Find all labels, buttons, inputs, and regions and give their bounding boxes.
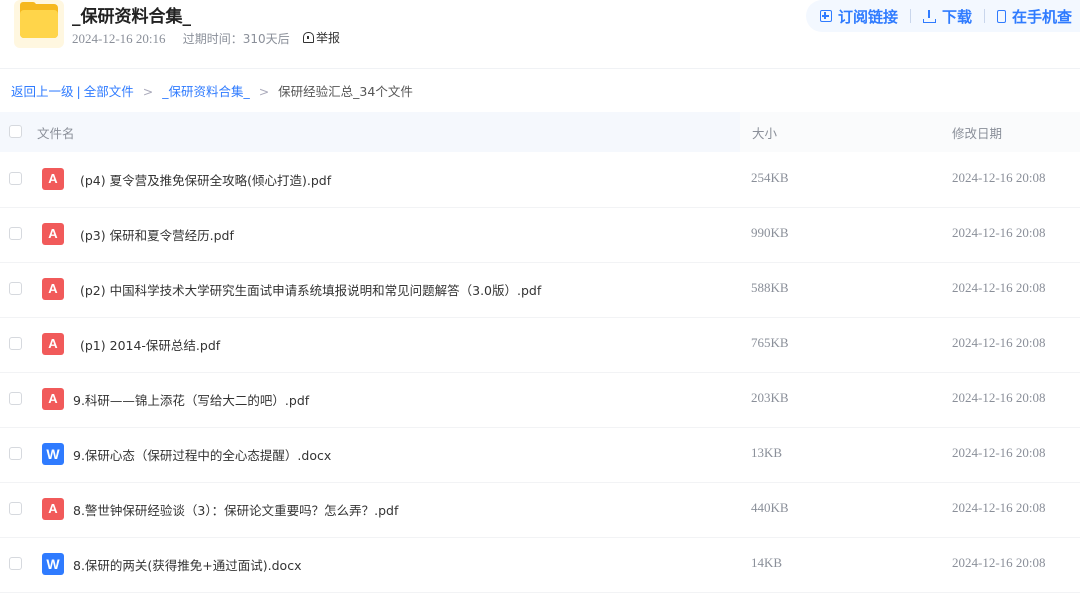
table-row[interactable]: A 8.警世钟保研经验谈（3）：保研论文重要吗？怎么弄？.pdf 440KB 2… (0, 482, 1080, 538)
action-divider (984, 9, 986, 23)
pdf-file-icon: A (42, 333, 64, 355)
pdf-file-icon: A (42, 223, 64, 245)
row-checkbox[interactable] (9, 447, 22, 460)
file-date: 2024-12-16 20:08 (952, 500, 1046, 515)
share-title: _保研资料合集_ (72, 7, 191, 27)
file-name[interactable]: 9.保研心态（保研过程中的全心态提醒）.docx (73, 445, 331, 464)
row-checkbox[interactable] (9, 557, 22, 570)
file-name[interactable]: (p1) 2014-保研总结.pdf (80, 335, 220, 354)
subscribe-label: 订阅链接 (838, 7, 899, 26)
subscribe-icon (820, 10, 832, 22)
download-button[interactable]: 下载 (923, 6, 972, 27)
table-row[interactable]: A 9.科研——锦上添花（写给大二的吧）.pdf 203KB 2024-12-1… (0, 372, 1080, 428)
breadcrumb-separator: > (142, 84, 154, 99)
breadcrumb: 返回上一级 | 全部文件 > _保研资料合集_ > 保研经验汇总_34个文件 (11, 81, 413, 100)
breadcrumb-separator: > (258, 84, 270, 99)
file-size: 13KB (751, 445, 783, 460)
breadcrumb-current: 保研经验汇总_34个文件 (278, 84, 413, 99)
column-header-name[interactable]: 文件名 (37, 123, 75, 142)
action-bar: 订阅链接 下载 在手机查 (806, 0, 1080, 32)
file-size: 765KB (751, 335, 789, 350)
file-size: 588KB (751, 280, 789, 295)
table-row[interactable]: W 9.保研心态（保研过程中的全心态提醒）.docx 13KB 2024-12-… (0, 427, 1080, 483)
pdf-file-icon: A (42, 388, 64, 410)
report-icon (302, 32, 314, 43)
phone-label: 在手机查 (1012, 7, 1073, 26)
file-name[interactable]: (p3) 保研和夏令营经历.pdf (80, 225, 234, 244)
report-label: 举报 (315, 31, 340, 45)
pdf-file-icon: A (42, 278, 64, 300)
row-checkbox[interactable] (9, 227, 22, 240)
table-row[interactable]: A (p2) 中国科学技术大学研究生面试申请系统填报说明和常见问题解答（3.0版… (0, 262, 1080, 318)
file-date: 2024-12-16 20:08 (952, 280, 1046, 295)
file-date: 2024-12-16 20:08 (952, 225, 1046, 240)
table-header: 文件名 大小 修改日期 (0, 112, 1080, 152)
table-row[interactable]: W 8.保研的两关(获得推免+通过面试).docx 14KB 2024-12-1… (0, 537, 1080, 593)
file-date: 2024-12-16 20:08 (952, 555, 1046, 570)
file-size: 14KB (751, 555, 783, 570)
action-divider (910, 9, 912, 23)
folder-icon (14, 0, 64, 48)
select-all-checkbox[interactable] (9, 125, 22, 138)
pdf-file-icon: A (42, 498, 64, 520)
report-button[interactable]: 举报 (302, 29, 340, 46)
file-name[interactable]: (p2) 中国科学技术大学研究生面试申请系统填报说明和常见问题解答（3.0版）.… (80, 280, 541, 299)
file-size: 203KB (751, 390, 789, 405)
file-size: 990KB (751, 225, 789, 240)
file-name[interactable]: 8.保研的两关(获得推免+通过面试).docx (73, 555, 301, 574)
file-date: 2024-12-16 20:08 (952, 170, 1046, 185)
table-row[interactable]: A (p3) 保研和夏令营经历.pdf 990KB 2024-12-16 20:… (0, 207, 1080, 263)
subscribe-link-button[interactable]: 订阅链接 (820, 6, 898, 27)
row-checkbox[interactable] (9, 282, 22, 295)
expire-time: 过期时间：310天后 (182, 32, 290, 46)
file-size: 254KB (751, 170, 789, 185)
name-column-header-bg (0, 112, 740, 152)
row-checkbox[interactable] (9, 172, 22, 185)
share-meta: 2024-12-16 20:16 过期时间：310天后 举报 (72, 29, 340, 47)
phone-icon (997, 9, 1007, 23)
word-file-icon: W (42, 443, 64, 465)
file-name[interactable]: 9.科研——锦上添花（写给大二的吧）.pdf (73, 390, 309, 409)
download-label: 下载 (942, 7, 973, 26)
view-on-phone-button[interactable]: 在手机查 (997, 6, 1072, 27)
file-size: 440KB (751, 500, 789, 515)
row-checkbox[interactable] (9, 392, 22, 405)
share-date: 2024-12-16 20:16 (72, 31, 166, 46)
file-name[interactable]: (p4) 夏令营及推免保研全攻略(倾心打造).pdf (80, 170, 331, 189)
share-header: _保研资料合集_ 2024-12-16 20:16 过期时间：310天后 举报 … (0, 0, 1080, 69)
table-row[interactable]: A (p4) 夏令营及推免保研全攻略(倾心打造).pdf 254KB 2024-… (0, 152, 1080, 208)
word-file-icon: W (42, 553, 64, 575)
row-checkbox[interactable] (9, 502, 22, 515)
table-row[interactable]: A (p1) 2014-保研总结.pdf 765KB 2024-12-16 20… (0, 317, 1080, 373)
column-header-size[interactable]: 大小 (752, 123, 777, 142)
file-date: 2024-12-16 20:08 (952, 390, 1046, 405)
download-icon (923, 9, 937, 23)
breadcrumb-folder[interactable]: _保研资料合集_ (162, 84, 250, 99)
pdf-file-icon: A (42, 168, 64, 190)
file-date: 2024-12-16 20:08 (952, 445, 1046, 460)
file-name[interactable]: 8.警世钟保研经验谈（3）：保研论文重要吗？怎么弄？.pdf (73, 500, 398, 519)
file-date: 2024-12-16 20:08 (952, 335, 1046, 350)
row-checkbox[interactable] (9, 337, 22, 350)
breadcrumb-divider: | (76, 84, 81, 99)
column-header-date[interactable]: 修改日期 (952, 123, 1002, 142)
breadcrumb-back[interactable]: 返回上一级 (11, 84, 74, 99)
breadcrumb-all-files[interactable]: 全部文件 (84, 84, 134, 99)
